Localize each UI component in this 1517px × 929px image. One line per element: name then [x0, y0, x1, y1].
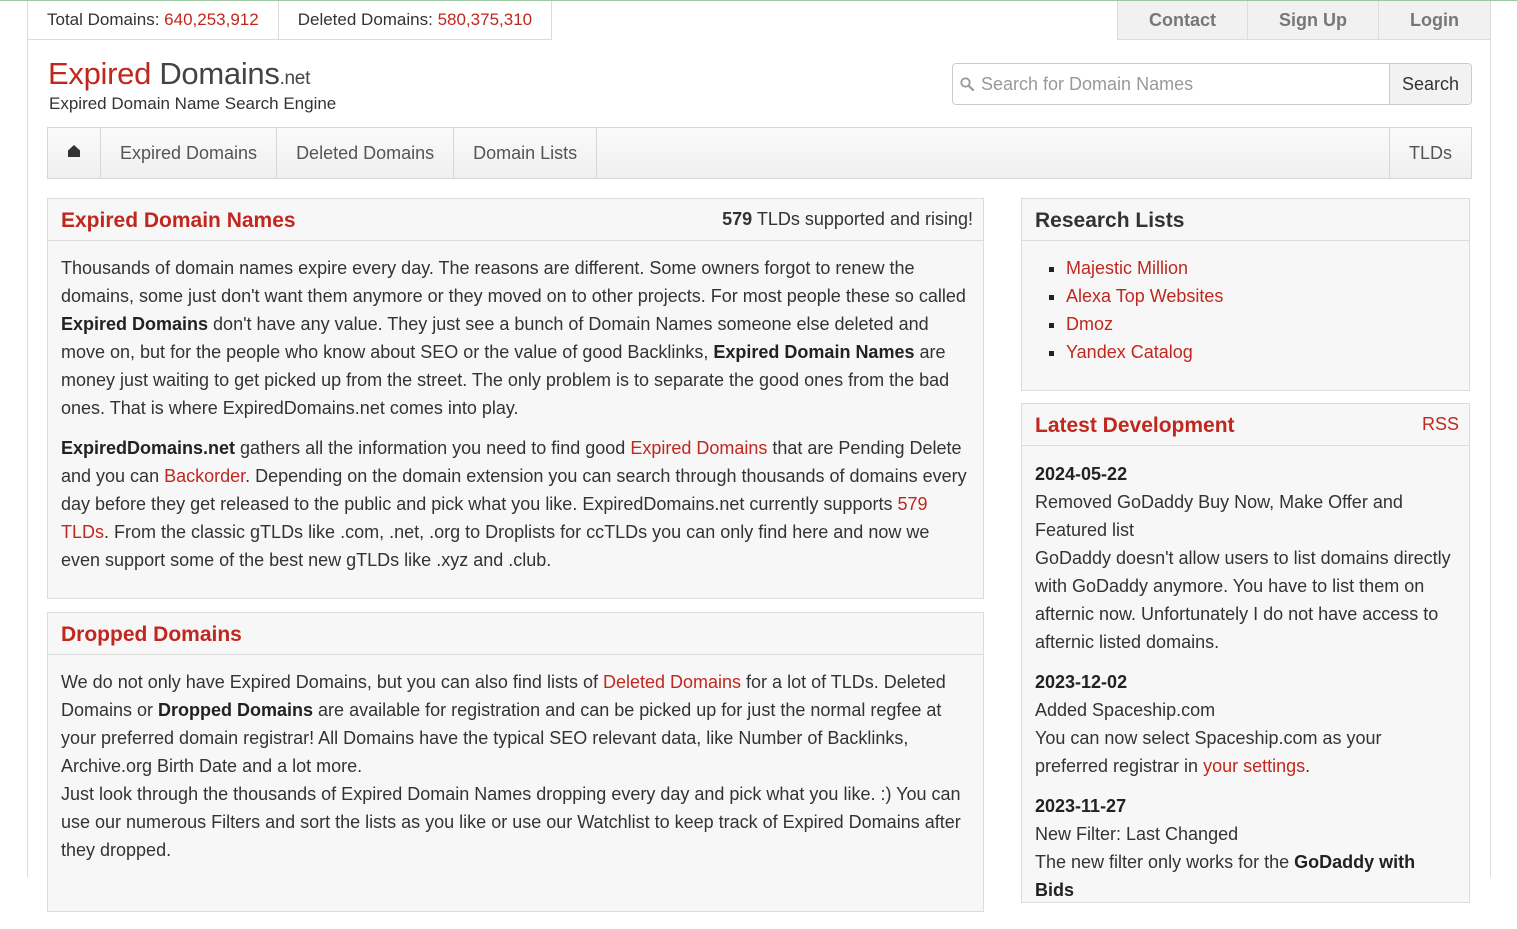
login-link[interactable]: Login: [1378, 1, 1490, 39]
tld-support-note: 579 TLDs supported and rising!: [722, 209, 973, 230]
expired-domain-names-panel: Expired Domain Names 579 TLDs supported …: [47, 198, 984, 599]
news-date: 2024-05-22: [1035, 464, 1128, 484]
list-item: Yandex Catalog: [1066, 338, 1456, 366]
account-nav: Contact Sign Up Login: [1117, 1, 1490, 40]
site-logo[interactable]: Expired Domains.net Expired Domain Name …: [48, 56, 336, 114]
bold-text: Dropped Domains: [158, 700, 314, 720]
dmoz-link[interactable]: Dmoz: [1066, 314, 1113, 334]
news-text: GoDaddy doesn't allow users to list doma…: [1035, 548, 1451, 652]
latest-development-panel: Latest Development RSS 2024-05-22 Remove…: [1021, 403, 1470, 903]
bold-text: Expired Domain Names: [713, 342, 915, 362]
dropped-domains-panel: Dropped Domains We do not only have Expi…: [47, 612, 984, 912]
search-button[interactable]: Search: [1389, 64, 1471, 104]
majestic-million-link[interactable]: Majestic Million: [1066, 258, 1188, 278]
nav-tlds[interactable]: TLDs: [1388, 128, 1471, 178]
search-input[interactable]: [981, 64, 1389, 104]
research-list: Majestic Million Alexa Top Websites Dmoz…: [1035, 254, 1456, 366]
deleted-domains-label: Deleted Domains:: [297, 10, 433, 29]
your-settings-link[interactable]: your settings: [1203, 756, 1305, 776]
page: Total Domains: 640,253,912 Deleted Domai…: [27, 1, 1491, 912]
list-item: Dmoz: [1066, 310, 1456, 338]
domain-stats-bar: Total Domains: 640,253,912 Deleted Domai…: [28, 1, 553, 40]
deleted-domains-link[interactable]: Deleted Domains: [603, 672, 741, 692]
domain-search-form: Search: [952, 63, 1472, 105]
nav-expired-domains[interactable]: Expired Domains: [101, 128, 278, 178]
list-item: Majestic Million: [1066, 254, 1456, 282]
news-text: You can now select Spaceship.com as your…: [1035, 724, 1456, 780]
list-item: Alexa Top Websites: [1066, 282, 1456, 310]
news-entry: 2023-12-02 Added Spaceship.com You can n…: [1035, 668, 1456, 780]
text-segment: We do not only have Expired Domains, but…: [61, 672, 603, 692]
panel-title: Latest Development: [1035, 414, 1235, 437]
text-segment: .: [1305, 756, 1311, 776]
total-domains-stat: Total Domains: 640,253,912: [28, 1, 278, 39]
news-text: The new filter only works for the GoDadd…: [1035, 848, 1456, 904]
tld-count: 579: [722, 209, 753, 229]
logo-tagline: Expired Domain Name Search Engine: [49, 94, 337, 113]
total-domains-value: 640,253,912: [164, 10, 259, 29]
logo-domains: Domains: [151, 56, 280, 91]
bold-text: Expired Domains: [61, 314, 209, 334]
news-entry: 2023-11-27 New Filter: Last Changed The …: [1035, 792, 1456, 904]
news-headline: Added Spaceship.com: [1035, 700, 1216, 720]
bold-text: ExpiredDomains.net: [61, 438, 236, 458]
logo-net: .net: [279, 68, 311, 89]
text-segment: Thousands of domain names expire every d…: [61, 258, 966, 306]
research-lists-panel: Research Lists Majestic Million Alexa To…: [1021, 198, 1470, 391]
alexa-top-websites-link[interactable]: Alexa Top Websites: [1066, 286, 1223, 306]
news-date: 2023-12-02: [1035, 672, 1128, 692]
yandex-catalog-link[interactable]: Yandex Catalog: [1066, 342, 1193, 362]
contact-link[interactable]: Contact: [1118, 1, 1247, 39]
rss-link[interactable]: RSS: [1422, 414, 1459, 435]
tld-support-text: TLDs supported and rising!: [752, 209, 973, 229]
deleted-domains-stat: Deleted Domains: 580,375,310: [277, 1, 551, 39]
panel-title: Research Lists: [1035, 209, 1185, 232]
dropped-paragraph: We do not only have Expired Domains, but…: [61, 668, 970, 780]
dropped-paragraph-2: Just look through the thousands of Expir…: [61, 784, 961, 860]
home-icon: [67, 144, 81, 161]
text-segment: gathers all the information you need to …: [235, 438, 631, 458]
expired-domains-link[interactable]: Expired Domains: [630, 438, 767, 458]
panel-title: Expired Domain Names: [61, 209, 296, 232]
features-paragraph: ExpiredDomains.net gathers all the infor…: [61, 434, 970, 574]
text-segment: . From the classic gTLDs like .com, .net…: [61, 522, 930, 570]
panel-title: Dropped Domains: [61, 623, 242, 646]
home-link[interactable]: [48, 128, 101, 178]
signup-link[interactable]: Sign Up: [1247, 1, 1378, 39]
main-nav: Expired Domains Deleted Domains Domain L…: [47, 127, 1472, 179]
news-entry: 2024-05-22 Removed GoDaddy Buy Now, Make…: [1035, 460, 1456, 656]
text-segment: The new filter only works for the: [1035, 852, 1295, 872]
intro-paragraph: Thousands of domain names expire every d…: [61, 254, 970, 422]
total-domains-label: Total Domains:: [47, 10, 160, 29]
search-icon: [953, 64, 981, 104]
deleted-domains-value: 580,375,310: [437, 10, 533, 29]
news-headline: Removed GoDaddy Buy Now, Make Offer and …: [1035, 492, 1403, 540]
backorder-link[interactable]: Backorder: [164, 466, 245, 486]
logo-expired: Expired: [48, 56, 152, 91]
news-date: 2023-11-27: [1035, 796, 1127, 816]
news-headline: New Filter: Last Changed: [1035, 824, 1239, 844]
nav-deleted-domains[interactable]: Deleted Domains: [277, 128, 455, 178]
nav-domain-lists[interactable]: Domain Lists: [454, 128, 598, 178]
